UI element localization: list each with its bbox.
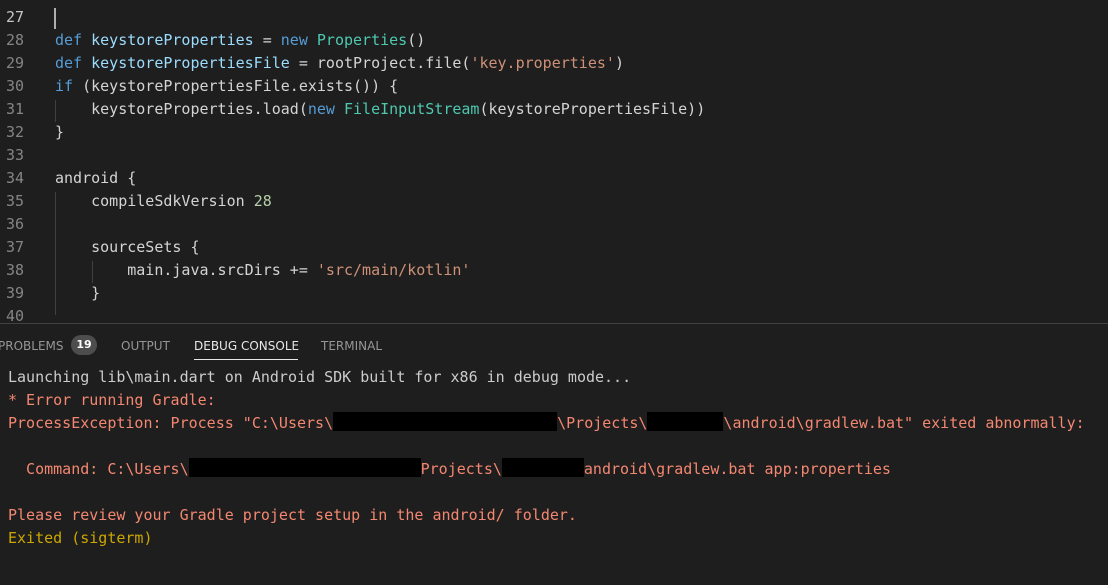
code-line[interactable]: 32} bbox=[0, 121, 1108, 144]
code-text: def keystoreProperties = new Properties(… bbox=[55, 29, 425, 52]
redacted-block bbox=[333, 412, 558, 431]
code-token: compileSdkVersion bbox=[55, 192, 254, 210]
console-line: Please review your Gradle project setup … bbox=[8, 506, 577, 524]
indent-guide bbox=[55, 192, 56, 315]
code-line[interactable]: 29 def keystorePropertiesFile = rootProje… bbox=[0, 52, 1108, 75]
code-text: if (keystorePropertiesFile.exists()) { bbox=[55, 75, 398, 98]
line-number: 37 bbox=[5, 238, 24, 256]
code-token: } bbox=[55, 123, 65, 141]
console-text: ProcessException: Process "C:\Users\ bbox=[8, 414, 334, 432]
code-line[interactable]: 38 main.java.srcDirs += 'src/main/kotlin… bbox=[0, 259, 1108, 282]
code-line[interactable]: 34 android { bbox=[0, 167, 1108, 190]
redacted-block bbox=[647, 412, 724, 431]
problems-count-badge: 19 bbox=[71, 335, 97, 355]
line-number: 38 bbox=[5, 261, 24, 279]
console-text: Command: C:\Users\ bbox=[8, 460, 189, 478]
console-text: android\gradlew.bat app:properties bbox=[583, 460, 891, 478]
code-line[interactable]: 28 def keystoreProperties = new Propertie… bbox=[0, 29, 1108, 52]
line-number: 33 bbox=[5, 146, 24, 164]
redacted-block bbox=[188, 458, 421, 477]
code-token: } bbox=[55, 284, 101, 302]
code-line[interactable]: 33 bbox=[0, 144, 1108, 167]
line-number: 32 bbox=[5, 123, 24, 141]
console-line: * Error running Gradle: bbox=[8, 391, 216, 409]
code-token: main.java.srcDirs += bbox=[55, 261, 317, 279]
code-text: keystoreProperties.load(new FileInputStr… bbox=[55, 98, 705, 121]
code-text: android { bbox=[55, 167, 136, 190]
code-token: sourceSets { bbox=[55, 238, 200, 256]
tab-problems[interactable]: PROBLEMS bbox=[0, 339, 64, 353]
console-text: \Projects\ bbox=[557, 414, 648, 432]
panel-tabs: PROBLEMS 19 OUTPUT DEBUG CONSOLE TERMINA… bbox=[0, 324, 1108, 364]
code-line[interactable]: 27 bbox=[0, 6, 1108, 29]
line-number: 40 bbox=[5, 307, 24, 323]
code-line[interactable]: 30 if (keystorePropertiesFile.exists()) { bbox=[0, 75, 1108, 98]
code-token: () bbox=[407, 31, 426, 49]
tab-terminal[interactable]: TERMINAL bbox=[321, 339, 382, 353]
code-text: def keystorePropertiesFile = rootProject… bbox=[55, 52, 624, 75]
console-text: \android\gradlew.bat" exited abnormally: bbox=[723, 414, 1085, 432]
bottom-panel: PROBLEMS 19 OUTPUT DEBUG CONSOLE TERMINA… bbox=[0, 323, 1108, 585]
code-token: (keystorePropertiesFile.exists()) { bbox=[73, 77, 399, 95]
redacted-block bbox=[501, 458, 584, 477]
indent-guide bbox=[55, 100, 56, 122]
line-number: 36 bbox=[5, 215, 24, 233]
code-token: new bbox=[280, 31, 317, 49]
code-token: FileInputStream bbox=[344, 100, 480, 118]
code-line[interactable]: 37 sourceSets { bbox=[0, 236, 1108, 259]
code-token: keystoreProperties.load( bbox=[55, 100, 308, 118]
code-line[interactable]: 39 } bbox=[0, 282, 1108, 305]
line-number: 31 bbox=[5, 100, 24, 118]
console-line: Command: C:\Users\ Projects\ android\gradl… bbox=[8, 458, 891, 481]
code-token: android { bbox=[55, 169, 137, 187]
code-text: compileSdkVersion 28 bbox=[55, 190, 272, 213]
console-line: ProcessException: Process "C:\Users\ \Pro… bbox=[8, 412, 1085, 435]
line-number: 30 bbox=[5, 77, 24, 95]
code-editor[interactable]: 27 28 def keystoreProperties = new Propert… bbox=[0, 0, 1108, 323]
line-number: 27 bbox=[5, 8, 24, 26]
code-line[interactable]: 36 bbox=[0, 213, 1108, 236]
line-number: 29 bbox=[5, 54, 24, 72]
indent-guide bbox=[92, 261, 93, 283]
code-text: main.java.srcDirs += 'src/main/kotlin' bbox=[55, 259, 470, 282]
tab-output[interactable]: OUTPUT bbox=[121, 339, 170, 353]
code-line[interactable]: 40 bbox=[0, 305, 1108, 323]
code-token: 28 bbox=[253, 192, 272, 210]
line-number: 28 bbox=[5, 31, 24, 49]
code-token: def bbox=[55, 54, 92, 72]
console-line: Launching lib\main.dart on Android SDK b… bbox=[8, 368, 632, 386]
code-token: new bbox=[307, 100, 344, 118]
code-token: keystoreProperties bbox=[91, 31, 254, 49]
tab-debug-console[interactable]: DEBUG CONSOLE bbox=[194, 339, 299, 353]
active-tab-indicator bbox=[194, 359, 298, 360]
code-text: } bbox=[55, 282, 100, 305]
line-number: 34 bbox=[5, 169, 24, 187]
code-token: (keystorePropertiesFile)) bbox=[479, 100, 706, 118]
code-line[interactable]: 31 keystoreProperties.load(new FileInput… bbox=[0, 98, 1108, 121]
text-cursor bbox=[54, 8, 56, 29]
code-token: 'src/main/kotlin' bbox=[316, 261, 471, 279]
console-text: Projects\ bbox=[420, 460, 502, 478]
code-token: if bbox=[55, 77, 74, 95]
code-token: = bbox=[253, 31, 281, 49]
line-number: 35 bbox=[5, 192, 24, 210]
code-token: Properties bbox=[316, 31, 408, 49]
code-token: 'key.properties' bbox=[470, 54, 615, 72]
code-text: } bbox=[55, 121, 64, 144]
code-token: = rootProject.file( bbox=[289, 54, 471, 72]
code-text: sourceSets { bbox=[55, 236, 200, 259]
code-token: ) bbox=[614, 54, 624, 72]
code-token: def bbox=[55, 31, 92, 49]
code-line[interactable]: 35 compileSdkVersion 28 bbox=[0, 190, 1108, 213]
code-token: keystorePropertiesFile bbox=[91, 54, 290, 72]
console-line: Exited (sigterm) bbox=[8, 529, 153, 547]
line-number: 39 bbox=[5, 284, 24, 302]
